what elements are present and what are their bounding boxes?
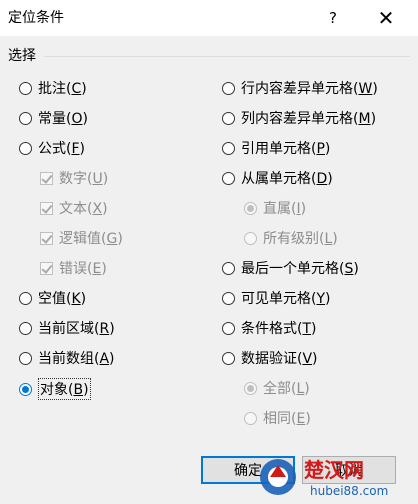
radio-conditional-formats[interactable] — [222, 321, 235, 335]
option-all-levels: 所有级别(L) — [244, 228, 338, 248]
option-precedents[interactable]: 引用单元格(P) — [222, 138, 330, 158]
option-dependents[interactable]: 从属单元格(D) — [222, 168, 333, 188]
title-bar: 定位条件 ? ✕ — [0, 0, 418, 36]
option-column-differences[interactable]: 列内容差异单元格(M) — [222, 108, 376, 128]
option-comments[interactable]: 批注(C) — [19, 78, 87, 98]
radio-dependents[interactable] — [222, 171, 235, 185]
option-direct-only: 直属(I) — [244, 198, 306, 218]
group-label: 选择 — [8, 48, 36, 64]
checkbox-logicals — [40, 231, 53, 245]
watermark-text: 楚汉网 — [304, 458, 364, 482]
option-current-array[interactable]: 当前数组(A) — [19, 348, 115, 368]
checkbox-errors — [40, 261, 53, 275]
radio-row-differences[interactable] — [222, 81, 235, 95]
radio-last-cell[interactable] — [222, 261, 235, 275]
option-data-validation[interactable]: 数据验证(V) — [222, 348, 318, 368]
radio-direct-only — [244, 201, 257, 215]
option-errors: 错误(E) — [40, 258, 107, 278]
radio-column-differences[interactable] — [222, 111, 235, 125]
radio-comments[interactable] — [19, 81, 32, 95]
option-visible-cells[interactable]: 可见单元格(Y) — [222, 288, 331, 308]
option-last-cell[interactable]: 最后一个单元格(S) — [222, 258, 359, 278]
option-row-differences[interactable]: 行内容差异单元格(W) — [222, 78, 378, 98]
checkbox-text — [40, 201, 53, 215]
option-blanks[interactable]: 空值(K) — [19, 288, 86, 308]
option-numbers: 数字(U) — [40, 168, 108, 188]
option-formulas[interactable]: 公式(F) — [19, 138, 85, 158]
watermark-logo-icon: 楚汉网 hubei88.com — [260, 458, 388, 498]
option-current-region[interactable]: 当前区域(R) — [19, 318, 115, 338]
radio-current-region[interactable] — [19, 321, 32, 335]
checkbox-numbers — [40, 171, 53, 185]
radio-data-validation[interactable] — [222, 351, 235, 365]
radio-constants[interactable] — [19, 111, 32, 125]
site-watermark: 楚汉网 hubei88.com — [258, 455, 418, 500]
close-button[interactable]: ✕ — [363, 0, 409, 36]
radio-all-levels — [244, 231, 257, 245]
option-text: 文本(X) — [40, 198, 108, 218]
watermark-url: hubei88.com — [310, 484, 388, 498]
option-logicals: 逻辑值(G) — [40, 228, 123, 248]
radio-validation-same — [244, 411, 257, 425]
option-constants[interactable]: 常量(O) — [19, 108, 88, 128]
option-objects[interactable]: 对象(B) — [19, 378, 91, 400]
option-validation-same: 相同(E) — [244, 408, 311, 428]
radio-visible-cells[interactable] — [222, 291, 235, 305]
radio-formulas[interactable] — [19, 141, 32, 155]
radio-blanks[interactable] — [19, 291, 32, 305]
help-button[interactable]: ? — [310, 0, 356, 36]
radio-current-array[interactable] — [19, 351, 32, 365]
radio-precedents[interactable] — [222, 141, 235, 155]
dialog-title: 定位条件 — [8, 10, 64, 26]
group-divider — [44, 56, 410, 57]
option-validation-all: 全部(L) — [244, 378, 310, 398]
radio-validation-all — [244, 381, 257, 395]
radio-objects[interactable] — [19, 382, 32, 396]
option-conditional-formats[interactable]: 条件格式(T) — [222, 318, 317, 338]
